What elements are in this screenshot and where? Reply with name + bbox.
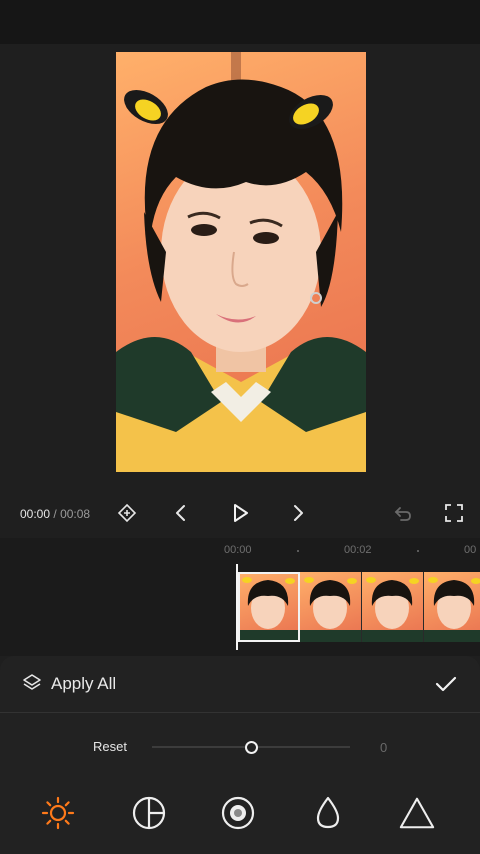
clip-thumbnail [362, 572, 424, 642]
clip-thumbnail [424, 572, 480, 642]
triangle-icon[interactable] [398, 794, 436, 832]
playback-controls: 00:00 / 00:08 [0, 488, 480, 538]
time-separator: / [53, 507, 57, 521]
current-time: 00:00 [20, 507, 51, 521]
playhead[interactable] [236, 564, 238, 650]
ruler-label: 00 [464, 544, 477, 556]
timeline[interactable]: 00:00 00:02 00 [0, 538, 480, 656]
brightness-icon[interactable] [39, 794, 77, 832]
ruler-tick [417, 550, 419, 552]
apply-all-button[interactable]: Apply All [51, 674, 116, 694]
ruler-tick [297, 550, 299, 552]
next-frame-icon[interactable] [285, 500, 311, 526]
apply-all-row: Apply All [0, 656, 480, 713]
layers-icon[interactable] [22, 673, 42, 698]
contrast-icon[interactable] [130, 794, 168, 832]
top-bar [0, 0, 480, 44]
ruler-label: 00:02 [344, 544, 372, 556]
undo-icon[interactable] [390, 500, 416, 526]
confirm-check-icon[interactable] [432, 670, 460, 698]
saturation-icon[interactable] [219, 794, 257, 832]
play-icon[interactable] [227, 500, 253, 526]
timecode: 00:00 / 00:08 [20, 507, 90, 521]
slider-value: 0 [380, 740, 388, 755]
fullscreen-icon[interactable] [441, 500, 467, 526]
droplet-icon[interactable] [309, 794, 347, 832]
clip-thumbnail [238, 572, 300, 642]
adjust-panel: Apply All Reset 0 [0, 656, 480, 854]
keyframe-icon[interactable] [114, 500, 140, 526]
video-preview[interactable] [116, 52, 366, 472]
previous-frame-icon[interactable] [168, 500, 194, 526]
duration: 00:08 [60, 507, 91, 521]
adjust-slider[interactable] [152, 741, 350, 754]
video-clip[interactable] [238, 572, 480, 642]
slider-knob[interactable] [245, 741, 258, 754]
reset-button[interactable]: Reset [93, 739, 127, 754]
clip-thumbnail [300, 572, 362, 642]
ruler-label: 00:00 [224, 544, 252, 556]
